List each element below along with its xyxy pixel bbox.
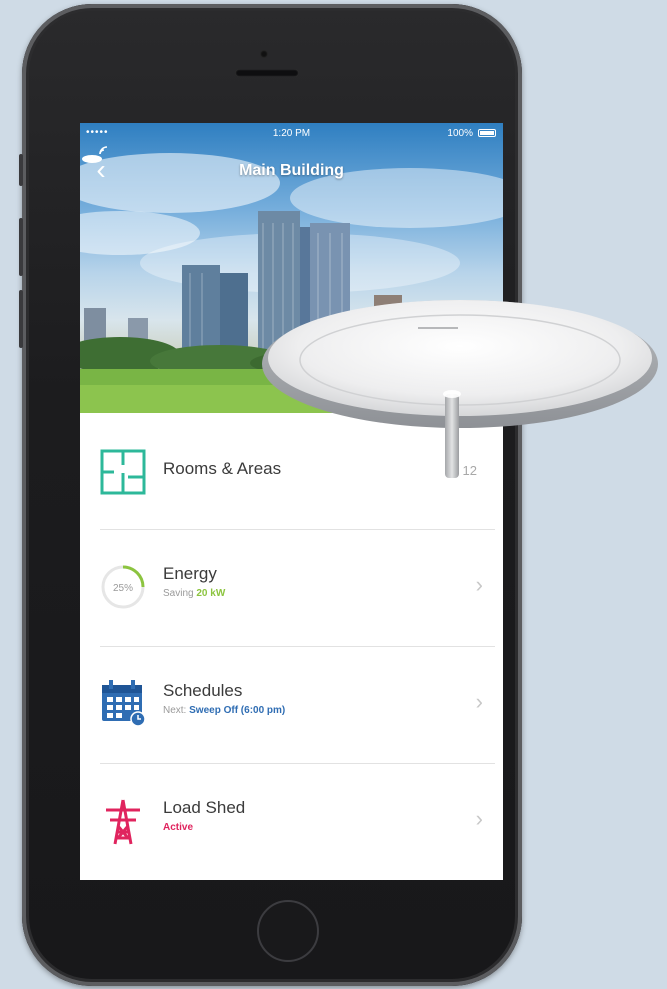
menu-item-load-shed[interactable]: Load Shed Active › <box>80 764 503 880</box>
next-schedule-value: Sweep Off (6:00 pm) <box>189 705 286 716</box>
nav-bar: ‹ Main Building <box>80 145 503 195</box>
subtitle-prefix: Next: <box>163 705 187 716</box>
load-shed-status: Active <box>163 822 194 833</box>
menu-item-subtitle: Active <box>163 822 193 833</box>
status-time: 1:20 PM <box>272 128 311 139</box>
chevron-right-icon: › <box>475 572 483 597</box>
app-screen: ••••• 1:20 PM 100% ‹ Main Building Rooms… <box>80 123 503 880</box>
battery-percent: 100% <box>447 128 473 139</box>
power-tower-icon <box>106 799 140 845</box>
battery-icon <box>478 129 496 137</box>
floorplan-icon <box>100 449 146 495</box>
status-bar: ••••• 1:20 PM 100% <box>80 123 503 143</box>
calendar-icon <box>102 680 146 727</box>
phone-frame: ••••• 1:20 PM 100% ‹ Main Building Rooms… <box>19 4 522 986</box>
page-title: Main Building <box>239 162 344 179</box>
energy-saving-value: 20 kW <box>196 588 226 599</box>
energy-gauge-label: 25% <box>113 583 133 594</box>
ceiling-sensor-device <box>262 300 658 478</box>
subtitle-prefix: Saving <box>163 588 194 599</box>
energy-gauge-icon: 25% <box>101 565 145 609</box>
chevron-right-icon: › <box>475 806 483 831</box>
chevron-right-icon: › <box>475 689 483 714</box>
home-button[interactable] <box>257 900 319 962</box>
menu-item-title: Load Shed <box>163 798 246 817</box>
menu-item-energy[interactable]: 25% Energy Saving 20 kW › <box>80 530 503 646</box>
menu-item-subtitle: Next: Sweep Off (6:00 pm) <box>163 705 285 716</box>
menu-item-title: Schedules <box>163 681 243 700</box>
volume-down-button <box>19 290 23 348</box>
menu-item-subtitle: Saving 20 kW <box>163 588 225 599</box>
front-camera <box>260 50 268 58</box>
earpiece-speaker <box>235 69 299 77</box>
mute-switch <box>19 154 23 186</box>
menu-item-schedules[interactable]: Schedules Next: Sweep Off (6:00 pm) › <box>80 647 503 763</box>
wireless-sensor-icon[interactable] <box>80 145 110 165</box>
volume-up-button <box>19 218 23 276</box>
menu-item-title: Energy <box>163 564 217 583</box>
